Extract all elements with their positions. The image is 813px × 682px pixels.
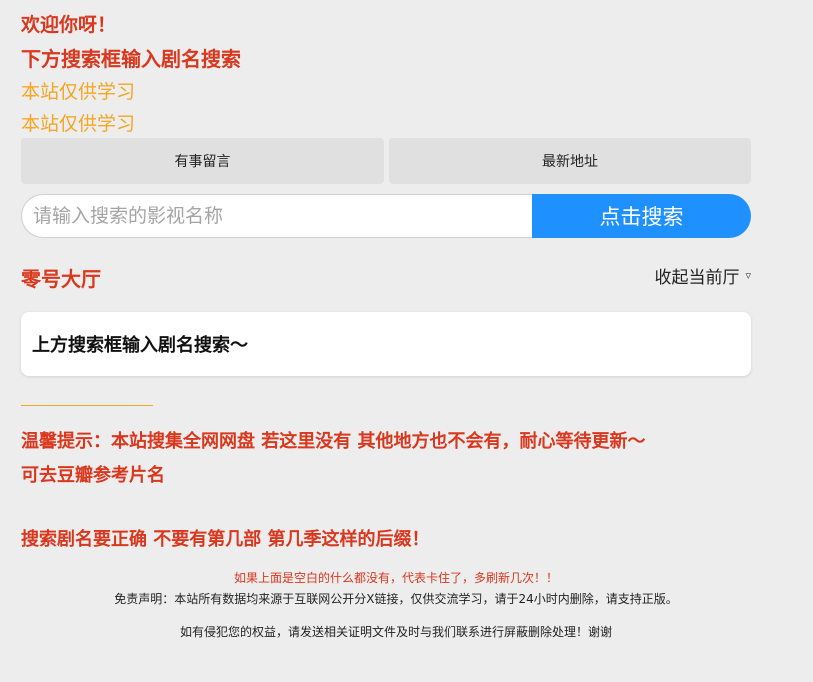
- divider: [21, 405, 153, 406]
- search-name-tip: 搜索剧名要正确 不要有第几部 第几季这样的后缀！: [21, 529, 430, 550]
- collapse-label: 收起当前厅: [654, 268, 740, 288]
- study-notice-repeat: 本站仅供学习: [21, 113, 136, 135]
- study-notice: 本站仅供学习: [21, 81, 136, 103]
- collapse-hall-toggle[interactable]: 收起当前厅 ▿: [654, 263, 751, 288]
- infringement-notice: 如有侵犯您的权益，请发送相关证明文件及时与我们联系进行屏蔽删除处理！谢谢: [179, 625, 612, 639]
- action-buttons: 有事留言 最新地址: [21, 138, 751, 184]
- result-card: 上方搜索框输入剧名搜索～: [21, 312, 751, 376]
- refresh-note: 如果上面是空白的什么都没有，代表卡住了，多刷新几次！！: [233, 571, 558, 585]
- douban-tip: 可去豆瓣参考片名: [21, 465, 165, 486]
- search-input[interactable]: [21, 194, 533, 238]
- leave-message-button[interactable]: 有事留言: [21, 138, 384, 184]
- disclaimer-text: 免责声明：本站所有数据均来源于互联网公开分X链接，仅供交流学习，请于24小时内删…: [114, 592, 678, 606]
- result-card-text: 上方搜索框输入剧名搜索～: [32, 335, 248, 356]
- search-instruction: 下方搜索框输入剧名搜索: [21, 47, 241, 71]
- hall-title: 零号大厅: [21, 267, 101, 291]
- tip-message: 温馨提示：本站搜集全网网盘 若这里没有 其他地方也不会有，耐心等待更新～: [21, 431, 646, 452]
- triangle-down-icon: ▿: [745, 269, 751, 282]
- search-bar: 点击搜索: [21, 194, 751, 238]
- search-button[interactable]: 点击搜索: [532, 194, 751, 238]
- latest-address-button[interactable]: 最新地址: [389, 138, 751, 184]
- welcome-heading: 欢迎你呀！: [21, 14, 117, 36]
